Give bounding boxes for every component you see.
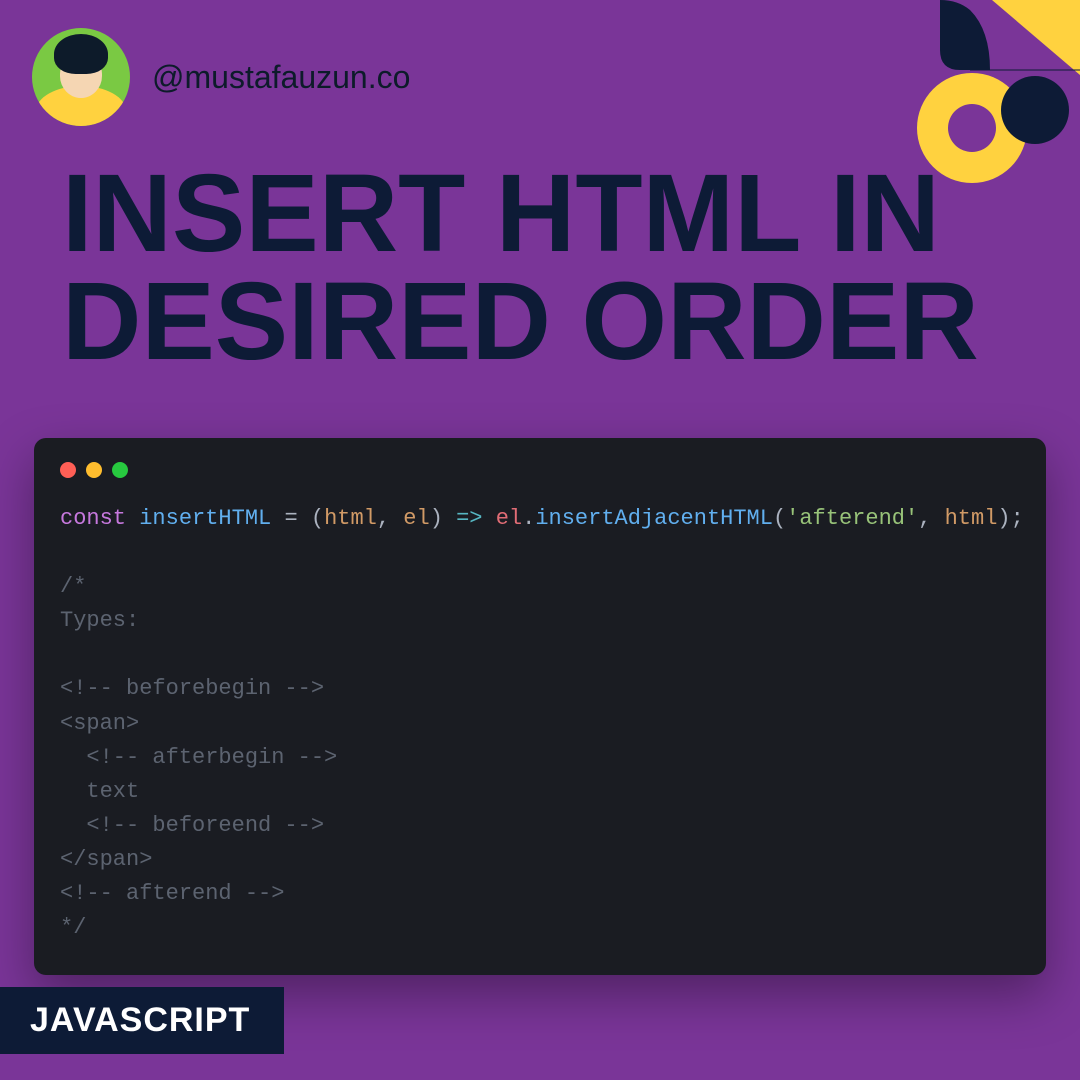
language-badge: JAVASCRIPT	[0, 987, 284, 1054]
page-title: INSERT HTML IN DESIRED ORDER	[62, 160, 979, 376]
code-comment: /* Types: <!-- beforebegin --> <span> <!…	[60, 574, 337, 940]
code-keyword: const	[60, 506, 126, 531]
code-block: const insertHTML = (html, el) => el.inse…	[60, 502, 1020, 945]
window-traffic-lights	[60, 462, 1020, 478]
avatar	[32, 28, 130, 126]
code-func-name: insertHTML	[139, 506, 271, 531]
author-handle: @mustafauzun.co	[152, 59, 410, 96]
title-line-2: DESIRED ORDER	[62, 260, 979, 383]
code-window: const insertHTML = (html, el) => el.inse…	[34, 438, 1046, 975]
header: @mustafauzun.co	[32, 28, 410, 126]
close-icon	[60, 462, 76, 478]
maximize-icon	[112, 462, 128, 478]
title-line-1: INSERT HTML IN	[62, 152, 940, 275]
minimize-icon	[86, 462, 102, 478]
